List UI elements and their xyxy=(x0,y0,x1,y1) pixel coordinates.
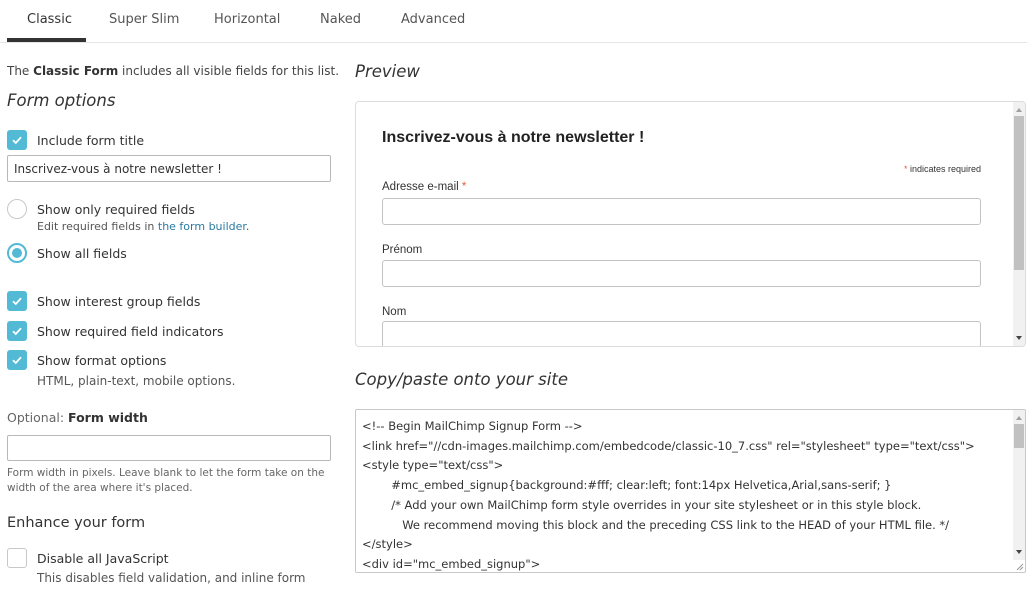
preview-title: Preview xyxy=(355,62,420,81)
intro-bold: Classic Form xyxy=(33,64,119,78)
show-required-fields-option[interactable]: Show only required fields xyxy=(7,198,195,220)
include-form-title-option[interactable]: Include form title xyxy=(7,129,144,151)
code-line: #mc_embed_signup{background:#fff; clear:… xyxy=(362,478,892,492)
include-form-title-checkbox[interactable] xyxy=(7,130,27,150)
check-icon xyxy=(12,297,22,306)
show-required-fields-label: Show only required fields xyxy=(37,201,195,217)
required-fields-hint: Edit required fields in the form builder… xyxy=(37,220,249,233)
code-line: <link href="//cdn-images.mailchimp.com/e… xyxy=(362,439,975,453)
preview-form-title: Inscrivez-vous à notre newsletter ! xyxy=(382,129,645,146)
required-note: * indicates required xyxy=(904,164,981,174)
optional-prefix: Optional: xyxy=(7,410,69,425)
embed-code-textarea[interactable]: <!-- Begin MailChimp Signup Form --> <li… xyxy=(355,409,1026,573)
intro-prefix: The xyxy=(7,64,34,78)
first-name-label: Prénom xyxy=(382,244,423,256)
first-name-field[interactable] xyxy=(382,260,981,287)
email-label-text: Adresse e-mail xyxy=(382,181,459,193)
include-form-title-label: Include form title xyxy=(37,132,145,148)
copy-paste-title: Copy/paste onto your site xyxy=(355,370,568,389)
hint-prefix: Edit required fields in xyxy=(37,220,158,233)
show-required-fields-radio[interactable] xyxy=(7,199,27,219)
radio-selected-dot xyxy=(12,248,22,258)
show-interest-groups-checkbox[interactable] xyxy=(7,291,27,311)
scroll-thumb[interactable] xyxy=(1014,424,1024,448)
code-line: /* Add your own MailChimp form style ove… xyxy=(362,498,922,512)
tab-classic[interactable]: Classic xyxy=(27,12,72,27)
email-label: Adresse e-mail * xyxy=(382,181,466,193)
form-title-input[interactable] xyxy=(7,155,331,182)
code-scrollbar[interactable] xyxy=(1013,410,1025,560)
scroll-up-arrow-icon[interactable] xyxy=(1016,108,1022,112)
show-interest-groups-label: Show interest group fields xyxy=(37,293,201,309)
intro-text: The Classic Form includes all visible fi… xyxy=(7,64,339,78)
code-line: <style type="text/css"> xyxy=(362,458,504,472)
form-width-label-text: Form width xyxy=(68,410,148,425)
form-width-help: Form width in pixels. Leave blank to let… xyxy=(7,467,325,494)
form-builder-link[interactable]: the form builder xyxy=(158,220,246,233)
active-tab-indicator xyxy=(7,38,86,42)
tab-advanced[interactable]: Advanced xyxy=(401,12,465,27)
check-icon xyxy=(12,327,22,336)
scroll-down-arrow-icon[interactable] xyxy=(1016,550,1022,554)
check-icon xyxy=(12,136,22,145)
show-all-fields-option[interactable]: Show all fields xyxy=(7,242,127,264)
preview-scrollbar[interactable] xyxy=(1013,102,1025,346)
code-line: <!-- Begin MailChimp Signup Form --> xyxy=(362,419,583,433)
show-all-fields-label: Show all fields xyxy=(37,245,127,261)
show-format-options-checkbox[interactable] xyxy=(7,350,27,370)
scroll-up-arrow-icon[interactable] xyxy=(1016,416,1022,420)
preview-frame: Inscrivez-vous à notre newsletter ! * in… xyxy=(355,101,1026,347)
intro-suffix: includes all visible fields for this lis… xyxy=(118,64,340,78)
hint-suffix: . xyxy=(245,220,250,233)
tab-naked[interactable]: Naked xyxy=(320,12,361,27)
email-field[interactable] xyxy=(382,198,981,225)
form-type-tabs: Classic Super Slim Horizontal Naked Adva… xyxy=(0,0,1027,43)
show-interest-groups-option[interactable]: Show interest group fields xyxy=(7,290,200,312)
required-note-text: indicates required xyxy=(907,164,981,174)
disable-javascript-checkbox[interactable] xyxy=(7,548,27,568)
last-name-label: Nom xyxy=(382,306,407,318)
form-width-label: Optional: Form width xyxy=(7,410,148,425)
code-line: We recommend moving this block and the p… xyxy=(362,518,950,532)
show-required-indicators-checkbox[interactable] xyxy=(7,321,27,341)
scroll-thumb[interactable] xyxy=(1014,116,1024,270)
show-all-fields-radio[interactable] xyxy=(7,243,27,263)
code-line: </style> xyxy=(362,537,413,551)
show-required-indicators-option[interactable]: Show required field indicators xyxy=(7,320,224,342)
disable-javascript-hint: This disables field validation, and inli… xyxy=(37,571,306,585)
format-options-hint: HTML, plain-text, mobile options. xyxy=(37,374,236,388)
resize-handle-icon[interactable] xyxy=(1014,561,1024,571)
required-star: * xyxy=(461,181,467,193)
enhance-form-title: Enhance your form xyxy=(7,515,146,531)
disable-javascript-option[interactable]: Disable all JavaScript xyxy=(7,547,169,569)
show-format-options-label: Show format options xyxy=(37,352,167,368)
show-format-options-option[interactable]: Show format options xyxy=(7,349,166,371)
last-name-field[interactable] xyxy=(382,321,981,346)
code-line: <div id="mc_embed_signup"> xyxy=(362,557,541,571)
show-required-indicators-label: Show required field indicators xyxy=(37,323,224,339)
tab-horizontal[interactable]: Horizontal xyxy=(214,12,280,27)
scroll-down-arrow-icon[interactable] xyxy=(1016,336,1022,340)
form-options-title: Form options xyxy=(7,91,116,110)
check-icon xyxy=(12,356,22,365)
disable-javascript-label: Disable all JavaScript xyxy=(37,550,169,566)
form-width-input[interactable] xyxy=(7,435,331,461)
tab-super-slim[interactable]: Super Slim xyxy=(109,12,179,27)
